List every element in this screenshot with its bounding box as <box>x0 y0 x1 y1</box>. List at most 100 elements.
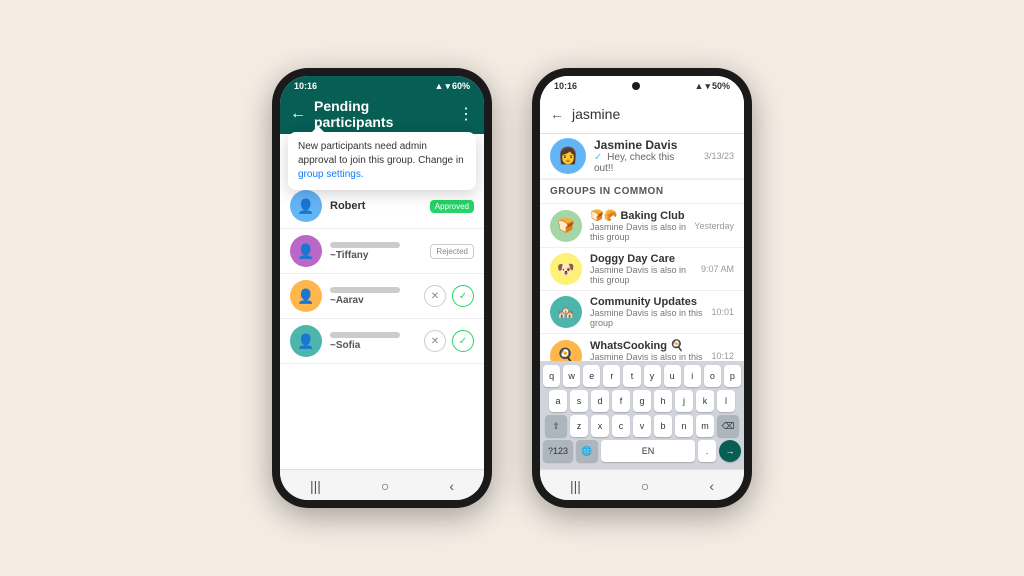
key-a[interactable]: a <box>549 390 567 412</box>
nav-home-icon[interactable]: ○ <box>381 478 389 494</box>
participant-name-robert: Robert <box>330 200 422 212</box>
group-name-cooking: WhatsCooking 🍳 <box>590 339 703 352</box>
group-time-baking: Yesterday <box>694 221 734 231</box>
search-input-2[interactable]: jasmine <box>572 106 734 122</box>
participant-list: 👤 Robert Approved 👤 ~Tiffany Rejected <box>280 184 484 469</box>
key-123[interactable]: ?123 <box>543 440 573 462</box>
key-b[interactable]: b <box>654 415 672 437</box>
name-blur-aarav <box>330 287 400 293</box>
key-k[interactable]: k <box>696 390 714 412</box>
last-msg-text: Hey, check this out!! <box>594 152 674 174</box>
participant-info-tiffany: ~Tiffany <box>330 242 422 261</box>
signal-icon-2: ▲ <box>695 81 704 91</box>
reject-button-sofia[interactable]: ✕ <box>424 330 446 352</box>
group-time-cooking: 10:12 <box>711 351 734 361</box>
app-bar-1: ← Pending participants ⋮ <box>280 94 484 134</box>
status-icons-1: ▲ ▾ 60% <box>435 81 470 92</box>
key-u[interactable]: u <box>664 365 681 387</box>
group-item-baking[interactable]: 🍞 🍞🥐 Baking Club Jasmine Davis is also i… <box>540 204 744 248</box>
key-period[interactable]: . <box>698 440 716 462</box>
back-button-1[interactable]: ← <box>290 105 306 123</box>
group-list: 🍞 🍞🥐 Baking Club Jasmine Davis is also i… <box>540 204 744 361</box>
keyboard-row-1: q w e r t y u i o p <box>543 365 741 387</box>
participant-info-aarav: ~Aarav <box>330 287 416 306</box>
key-o[interactable]: o <box>704 365 721 387</box>
camera-notch <box>632 82 640 90</box>
group-sub-cooking: Jasmine Davis is also in this group <box>590 352 703 361</box>
key-c[interactable]: c <box>612 415 630 437</box>
key-backspace[interactable]: ⌫ <box>717 415 739 437</box>
key-t[interactable]: t <box>623 365 640 387</box>
nav-back-icon[interactable]: ‹ <box>449 478 454 494</box>
name-blur-tiffany <box>330 242 400 248</box>
avatar-sofia: 👤 <box>290 325 322 357</box>
approve-button-sofia[interactable]: ✓ <box>452 330 474 352</box>
key-y[interactable]: y <box>644 365 661 387</box>
key-h[interactable]: h <box>654 390 672 412</box>
group-item-community[interactable]: 🏘️ Community Updates Jasmine Davis is al… <box>540 291 744 334</box>
tooltip-link[interactable]: group settings. <box>298 169 364 180</box>
contact-header: 👩 Jasmine Davis ✓ Hey, check this out!! … <box>540 134 744 179</box>
key-globe[interactable]: 🌐 <box>576 440 598 462</box>
key-s[interactable]: s <box>570 390 588 412</box>
action-icons-sofia: ✕ ✓ <box>424 330 474 352</box>
key-i[interactable]: i <box>684 365 701 387</box>
key-v[interactable]: v <box>633 415 651 437</box>
badge-rejected-tiffany: Rejected <box>430 244 474 259</box>
key-m[interactable]: m <box>696 415 714 437</box>
nav-back-icon-2[interactable]: ‹ <box>709 478 714 494</box>
group-sub-doggy: Jasmine Davis is also in this group <box>590 265 693 285</box>
key-j[interactable]: j <box>675 390 693 412</box>
key-send[interactable]: → <box>719 440 741 462</box>
check-icon: ✓ <box>594 152 602 163</box>
key-e[interactable]: e <box>583 365 600 387</box>
participant-info-sofia: ~Sofia <box>330 332 416 351</box>
group-info-baking: 🍞🥐 Baking Club Jasmine Davis is also in … <box>590 209 686 242</box>
key-w[interactable]: w <box>563 365 580 387</box>
group-info-doggy: Doggy Day Care Jasmine Davis is also in … <box>590 253 693 285</box>
key-d[interactable]: d <box>591 390 609 412</box>
key-space[interactable]: EN <box>601 440 695 462</box>
avatar-tiffany: 👤 <box>290 235 322 267</box>
key-f[interactable]: f <box>612 390 630 412</box>
group-name-doggy: Doggy Day Care <box>590 253 693 265</box>
contact-avatar: 👩 <box>550 138 586 174</box>
status-bar-1: 10:16 ▲ ▾ 60% <box>280 76 484 94</box>
approve-button-aarav[interactable]: ✓ <box>452 285 474 307</box>
status-time-1: 10:16 <box>294 81 317 91</box>
back-button-2[interactable]: ← <box>550 106 564 122</box>
key-shift[interactable]: ⇧ <box>545 415 567 437</box>
participant-item-tiffany: 👤 ~Tiffany Rejected <box>280 229 484 274</box>
group-sub-baking: Jasmine Davis is also in this group <box>590 222 686 242</box>
group-item-doggy[interactable]: 🐶 Doggy Day Care Jasmine Davis is also i… <box>540 248 744 291</box>
key-g[interactable]: g <box>633 390 651 412</box>
group-time-doggy: 9:07 AM <box>701 264 734 274</box>
nav-recent-icon[interactable]: ||| <box>310 478 321 494</box>
key-l[interactable]: l <box>717 390 735 412</box>
nav-bar-2: ||| ○ ‹ <box>540 469 744 500</box>
more-options-1[interactable]: ⋮ <box>458 104 474 124</box>
participant-name-aarav: ~Aarav <box>330 295 416 306</box>
group-avatar-cooking: 🍳 <box>550 340 582 362</box>
key-r[interactable]: r <box>603 365 620 387</box>
key-z[interactable]: z <box>570 415 588 437</box>
key-n[interactable]: n <box>675 415 693 437</box>
phones-container: 10:16 ▲ ▾ 60% ← Pending participants ⋮ N… <box>272 68 752 508</box>
group-avatar-doggy: 🐶 <box>550 253 582 285</box>
contact-last-msg: ✓ Hey, check this out!! <box>594 152 696 174</box>
signal-icon: ▲ <box>435 81 444 91</box>
group-name-baking: 🍞🥐 Baking Club <box>590 209 686 222</box>
key-p[interactable]: p <box>724 365 741 387</box>
app-title-1: Pending participants <box>314 98 450 130</box>
search-bar-2: ← jasmine <box>540 94 744 134</box>
phone-1-screen: 10:16 ▲ ▾ 60% ← Pending participants ⋮ N… <box>280 76 484 500</box>
groups-in-common-banner: GROUPS IN COMMON <box>540 179 744 204</box>
nav-recent-icon-2[interactable]: ||| <box>570 478 581 494</box>
reject-button-aarav[interactable]: ✕ <box>424 285 446 307</box>
participant-item-sofia: 👤 ~Sofia ✕ ✓ <box>280 319 484 364</box>
key-q[interactable]: q <box>543 365 560 387</box>
group-name-community: Community Updates <box>590 296 703 308</box>
group-item-cooking[interactable]: 🍳 WhatsCooking 🍳 Jasmine Davis is also i… <box>540 334 744 361</box>
key-x[interactable]: x <box>591 415 609 437</box>
nav-home-icon-2[interactable]: ○ <box>641 478 649 494</box>
